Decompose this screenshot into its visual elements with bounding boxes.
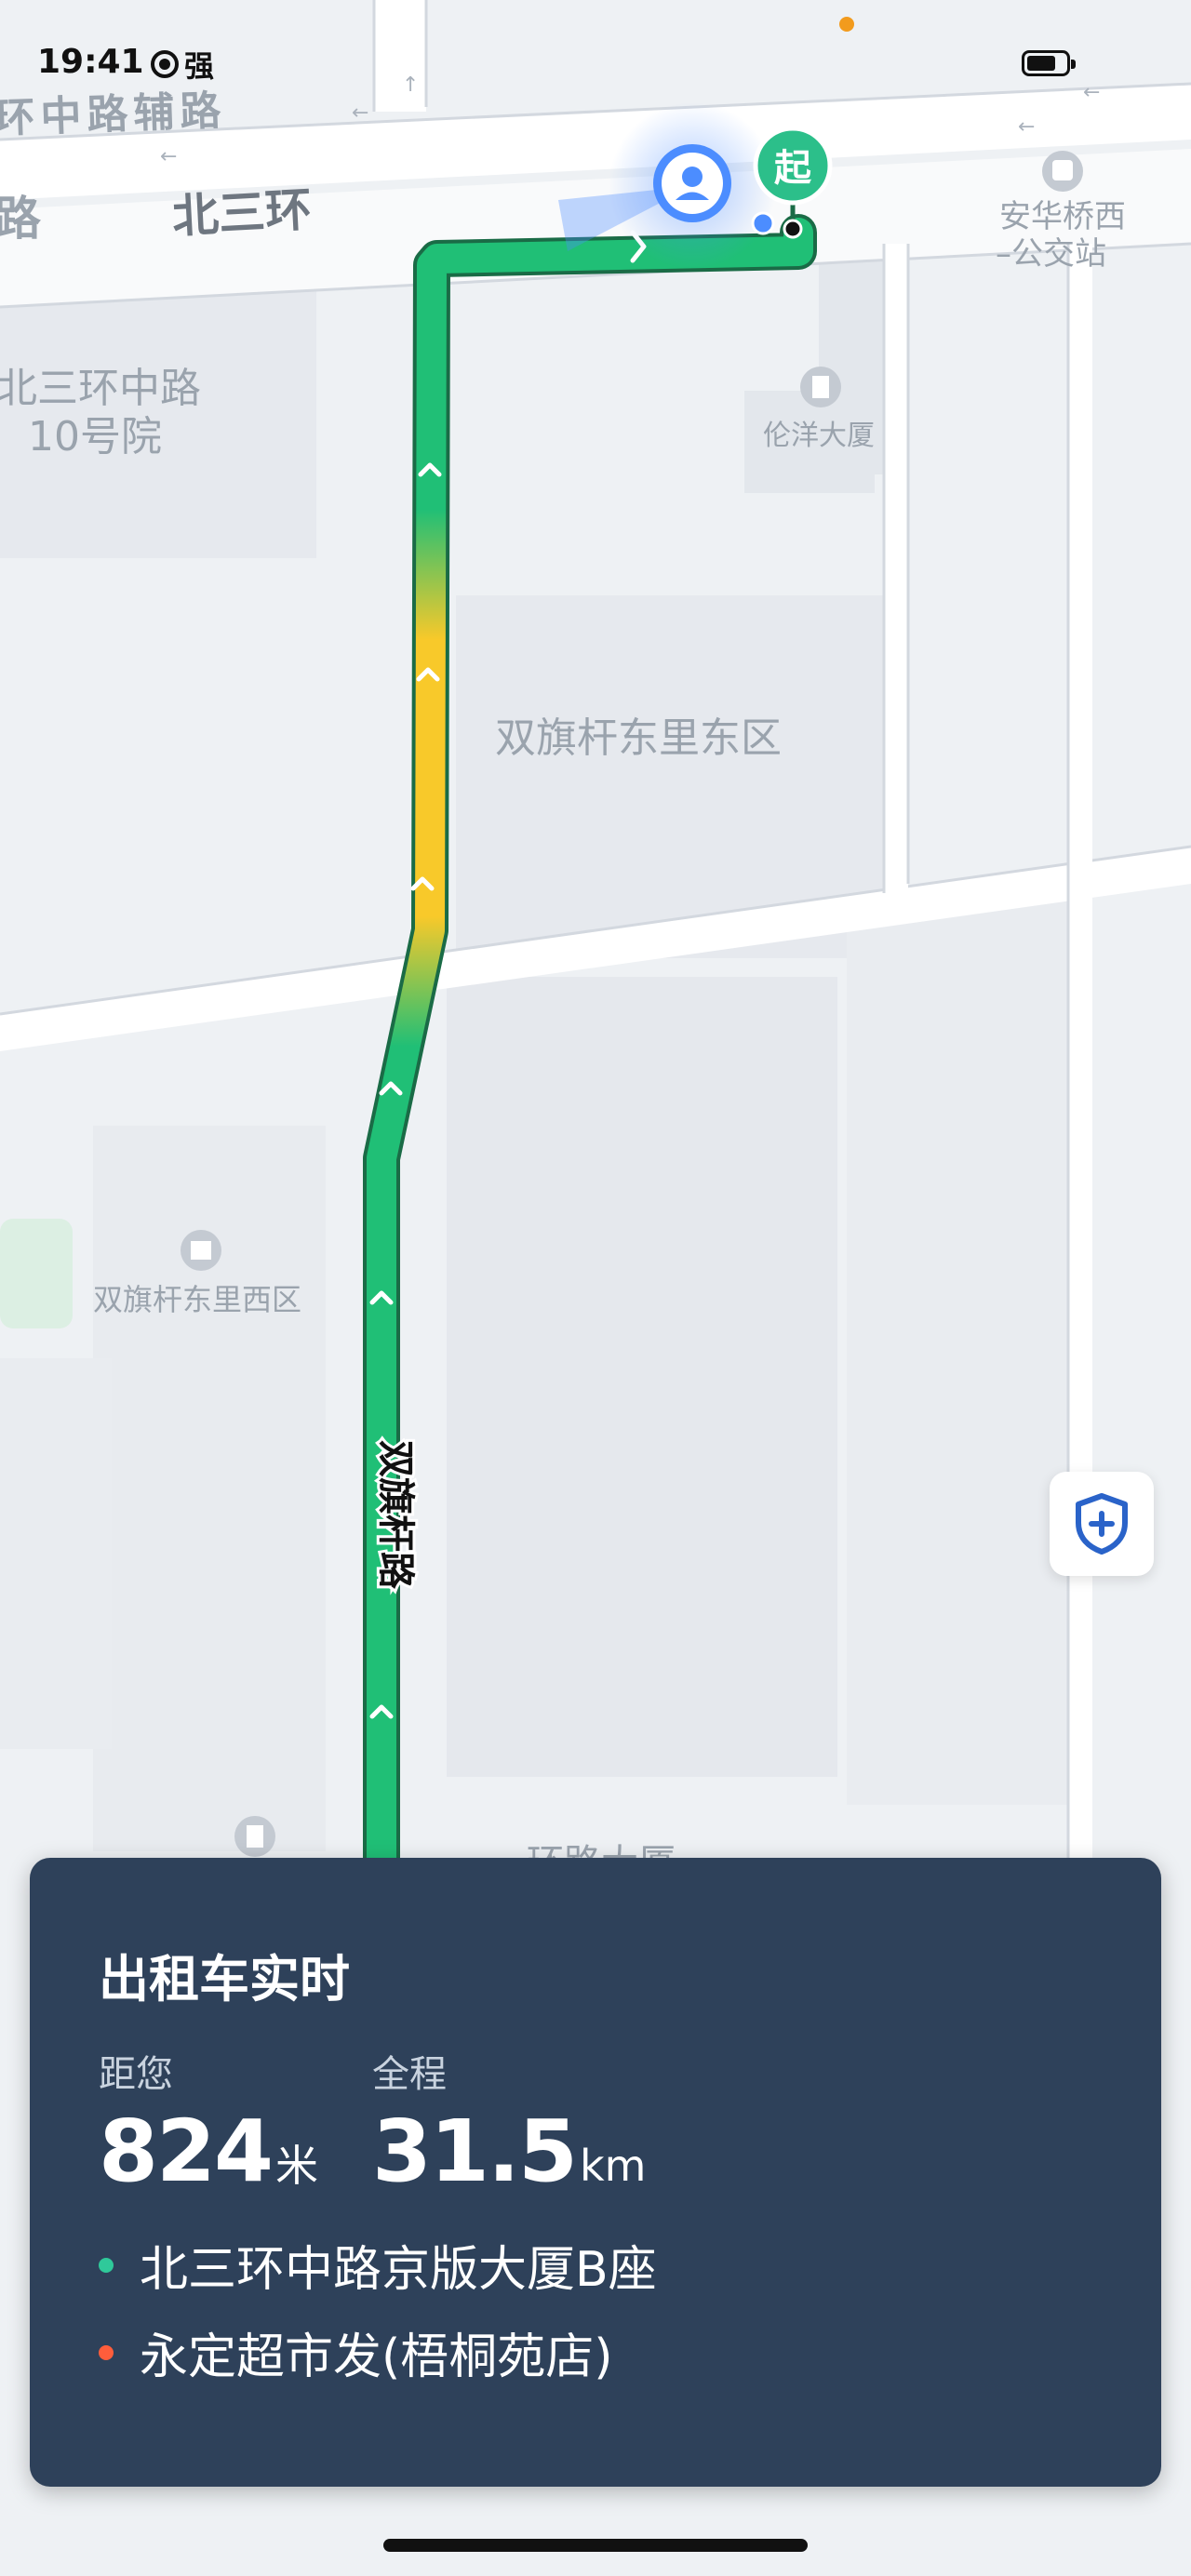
safety-button[interactable] — [1050, 1472, 1154, 1576]
road — [1068, 244, 1092, 2011]
road — [884, 244, 908, 895]
total-number: 31.5 — [372, 2102, 578, 2201]
origin-address: 北三环中路京版大厦B座 — [140, 2242, 657, 2298]
distance-label: 距您 — [99, 2053, 173, 2096]
map-block — [847, 893, 1079, 1805]
road-label: 双旗杆路 — [371, 1437, 420, 1593]
card-title: 出租车实时 — [99, 1950, 350, 2009]
poi-label: 伦洋大厦 — [763, 420, 875, 452]
poi-label: 10号院 — [28, 413, 162, 460]
shield-plus-icon — [1076, 1493, 1128, 1555]
park-area — [0, 1219, 73, 1328]
residential-icon — [181, 1230, 221, 1271]
status-time: 19:41 — [37, 43, 144, 81]
battery-icon — [1022, 50, 1076, 76]
road-label: 环中路辅路 — [0, 87, 227, 143]
poi-label: 双旗杆东里西区 — [93, 1282, 301, 1317]
privacy-indicator-dot — [839, 17, 854, 32]
svg-text:↑: ↑ — [402, 73, 419, 97]
trip-info-card[interactable]: 出租车实时 距您 824米 全程 31.5km 北三环中路京版大厦B座 永定超市… — [30, 1858, 1161, 2487]
road-label: 北三环 — [171, 182, 314, 244]
bus-stop-icon — [1042, 151, 1083, 192]
distance-number: 824 — [99, 2102, 274, 2201]
signal-strength-label: 强 — [184, 48, 215, 84]
building-icon — [800, 367, 841, 407]
svg-text:←: ← — [160, 145, 177, 168]
svg-text:双旗杆路: 双旗杆路 — [374, 1440, 417, 1590]
svg-text:←: ← — [352, 101, 368, 125]
origin-row: 北三环中路京版大厦B座 — [99, 2230, 657, 2300]
total-label: 全程 — [372, 2053, 447, 2096]
signal-icon — [151, 50, 179, 78]
total-value: 31.5km — [372, 2102, 646, 2201]
destination-row: 永定超市发(梧桐苑店) — [99, 2317, 613, 2387]
map-block — [0, 1358, 112, 1749]
poi-label: 北三环中路 — [0, 365, 201, 412]
svg-text:←: ← — [1018, 115, 1035, 139]
svg-text:←: ← — [1083, 81, 1100, 104]
destination-dot-icon — [99, 2344, 114, 2360]
map-block — [447, 977, 837, 1777]
total-unit: km — [580, 2141, 647, 2191]
route-start-dot — [751, 211, 775, 235]
home-indicator[interactable] — [383, 2539, 808, 2552]
distance-value: 824米 — [99, 2102, 318, 2201]
poi-label: 双旗杆东里东区 — [495, 714, 782, 762]
distance-unit: 米 — [275, 2141, 319, 2191]
svg-text:起: 起 — [774, 147, 812, 190]
signal-indicator: 强 — [151, 43, 214, 86]
destination-address: 永定超市发(梧桐苑店) — [140, 2329, 613, 2385]
poi-label: –公交站 — [996, 235, 1106, 273]
building-icon — [234, 1816, 275, 1857]
road-label: 路 — [0, 192, 42, 246]
poi-label: 安华桥西 — [999, 198, 1126, 235]
origin-dot-icon — [99, 2257, 114, 2273]
